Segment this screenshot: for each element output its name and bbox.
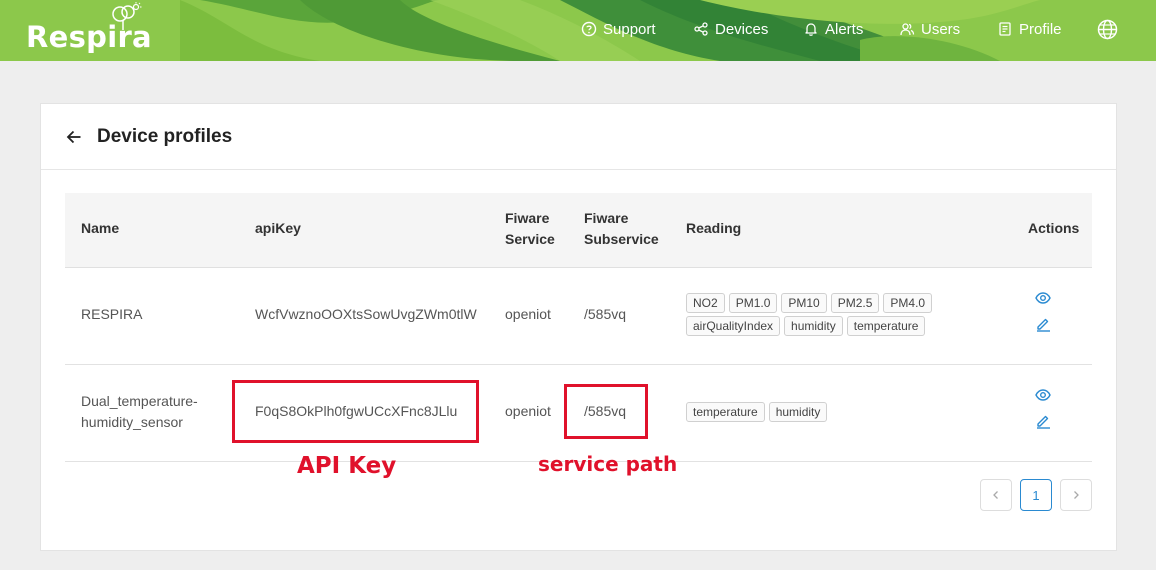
language-button[interactable] [1097, 0, 1118, 58]
bell-icon [803, 21, 819, 37]
nav-support-label: Support [603, 20, 656, 38]
chevron-right-icon [1074, 491, 1079, 499]
help-circle-icon [581, 21, 597, 37]
col-reading: Reading [686, 220, 742, 236]
reading-tag: PM10 [781, 293, 827, 313]
apikey-highlight-box [232, 380, 479, 443]
annotation-service-path: service path [538, 452, 678, 476]
reading-tag: NO2 [686, 293, 725, 313]
next-page-button[interactable] [1060, 479, 1092, 511]
cell-apikey: WcfVwznoOOXtsSowUvgZWm0tlW [255, 306, 477, 322]
card-header: Device profiles [41, 104, 1116, 170]
globe-icon [1097, 19, 1118, 39]
nav-users-label: Users [921, 20, 961, 38]
nav-profile[interactable]: Profile [997, 0, 1062, 58]
table-header: Name apiKey Fiware Service Fiware Subser… [65, 193, 1092, 268]
reading-tag: humidity [784, 316, 843, 336]
top-navbar: Respira Support Devices Alerts Users Pro… [0, 0, 1156, 61]
nav-users[interactable]: Users [899, 0, 960, 58]
nav-alerts-label: Alerts [825, 20, 864, 38]
users-icon [899, 21, 915, 37]
reading-tags: temperature humidity [686, 402, 976, 425]
col-apikey: apiKey [255, 220, 301, 236]
cell-name-line1: Dual_temperature- [81, 393, 198, 409]
col-fiware-service-line2: Service [505, 231, 555, 247]
nav-devices[interactable]: Devices [693, 0, 768, 58]
row-actions [1035, 292, 1051, 332]
cell-service: openiot [505, 403, 551, 419]
table-row: RESPIRA WcfVwznoOOXtsSowUvgZWm0tlW openi… [65, 268, 1092, 365]
reading-tag: PM2.5 [830, 293, 880, 313]
edit-pencil-icon[interactable] [1035, 316, 1051, 332]
prev-page-button[interactable] [980, 479, 1012, 511]
cell-name: Dual_temperature- humidity_sensor [81, 391, 198, 433]
page-button-current[interactable]: 1 [1020, 479, 1052, 511]
col-fiware-subservice-line2: Subservice [584, 231, 659, 247]
col-fiware-service-line1: Fiware [505, 210, 550, 226]
col-fiware-subservice-line1: Fiware [584, 210, 629, 226]
header-background [0, 0, 1156, 61]
page-title: Device profiles [97, 126, 233, 147]
device-profiles-card: Device profiles Name apiKey Fiware Servi… [40, 103, 1117, 551]
col-fiware-subservice: Fiware Subservice [584, 208, 659, 250]
reading-tags: NO2 PM1.0 PM10 PM2.5 PM4.0 airQualityIndex hum… [686, 293, 976, 339]
cell-name-line2: humidity_sensor [81, 414, 183, 430]
pagination: 1 [980, 479, 1092, 511]
col-fiware-service: Fiware Service [505, 208, 555, 250]
edit-pencil-icon[interactable] [1035, 413, 1051, 429]
nav-alerts[interactable]: Alerts [803, 0, 863, 58]
arrow-left-icon[interactable] [66, 129, 82, 145]
eye-icon[interactable] [1035, 389, 1051, 401]
nav-devices-label: Devices [715, 20, 769, 38]
reading-tag: temperature [846, 316, 926, 336]
cell-subservice: /585vq [584, 306, 627, 322]
row-actions [1035, 389, 1051, 429]
nav-support[interactable]: Support [581, 0, 656, 58]
cell-name: RESPIRA [81, 306, 143, 322]
cell-service: openiot [505, 306, 551, 322]
reading-tag: humidity [768, 402, 828, 422]
col-actions: Actions [1028, 220, 1080, 236]
tree-icon [112, 2, 142, 30]
col-name: Name [81, 220, 120, 236]
reading-tag: PM4.0 [883, 293, 933, 313]
service-path-highlight-box [564, 384, 648, 439]
eye-icon[interactable] [1035, 292, 1051, 304]
share-nodes-icon [693, 21, 709, 37]
document-icon [997, 21, 1013, 37]
reading-tag: temperature [686, 402, 765, 422]
annotation-api-key: API Key [297, 453, 397, 479]
reading-tag: airQualityIndex [686, 316, 781, 336]
nav-profile-label: Profile [1019, 20, 1062, 38]
chevron-left-icon [993, 491, 998, 499]
reading-tag: PM1.0 [728, 293, 778, 313]
